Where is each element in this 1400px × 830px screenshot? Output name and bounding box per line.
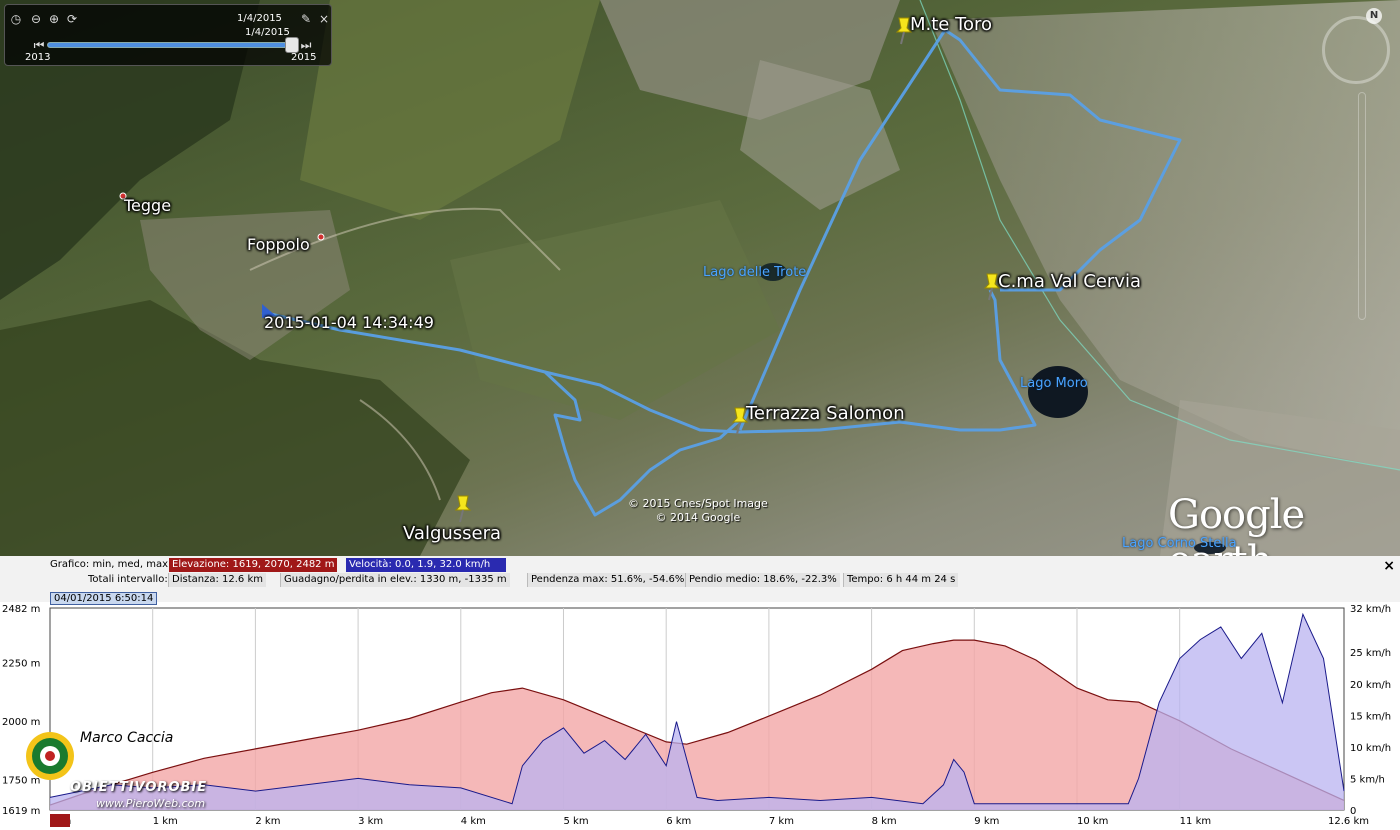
x-tick-label: 9 km <box>974 816 999 827</box>
lake-label-moro: Lago Moro <box>1020 376 1088 391</box>
x-origin-marker <box>50 814 70 827</box>
left-axis-clipped-label: 162 <box>8 796 27 807</box>
track-start-label[interactable]: 2015-01-04 14:34:49 <box>264 313 434 332</box>
right-axis-label: 25 km/h <box>1350 648 1391 659</box>
site-url-watermark: www.PieroWeb.com <box>96 797 206 810</box>
skip-forward-icon[interactable]: ⏭ <box>299 38 313 52</box>
right-axis-label: 0 <box>1350 806 1356 817</box>
time-end-year: 2015 <box>291 52 317 63</box>
terrain-imagery <box>0 0 1400 556</box>
wrench-icon[interactable]: ✎ <box>299 12 313 26</box>
x-tick-label: 1 km <box>153 816 178 827</box>
placemark-mte-toro[interactable]: M.te Toro <box>910 14 992 35</box>
north-compass-icon[interactable]: N <box>1366 8 1382 24</box>
time-slider-thumb[interactable] <box>285 37 299 53</box>
place-label-tegge[interactable]: Tegge <box>124 196 171 215</box>
x-tick-label: 8 km <box>872 816 897 827</box>
x-tick-label: 7 km <box>769 816 794 827</box>
refresh-time-icon[interactable]: ⟳ <box>65 12 79 26</box>
look-joystick[interactable] <box>1322 16 1390 84</box>
pushpin-icon[interactable] <box>452 494 474 524</box>
elevation-profile-panel: Grafico: min, med, max: Elevazione: 1619… <box>0 556 1400 830</box>
obiettivo-orobie-logo <box>26 732 74 780</box>
right-axis-label: 5 km/h <box>1350 774 1385 785</box>
left-axis-label: 1619 m <box>2 806 40 817</box>
right-axis-label: 15 km/h <box>1350 711 1391 722</box>
left-axis-label: 2250 m <box>2 658 40 669</box>
left-axis-label: 2482 m <box>2 604 40 615</box>
zoom-out-time-icon[interactable]: ⊖ <box>29 12 43 26</box>
lake-label-trote: Lago delle Trote <box>703 265 807 280</box>
x-tick-label: 6 km <box>666 816 691 827</box>
time-start-year: 2013 <box>25 52 51 63</box>
time-thumb-date: 1/4/2015 <box>245 27 290 38</box>
imagery-copyright: © 2015 Cnes/Spot Image © 2014 Google <box>628 497 768 524</box>
clock-icon[interactable]: ◷ <box>9 12 23 26</box>
place-label-foppolo[interactable]: Foppolo <box>247 235 310 254</box>
zoom-slider[interactable] <box>1358 92 1366 320</box>
time-current-date: 1/4/2015 <box>237 13 282 24</box>
map-view[interactable]: Tegge Foppolo M.te Toro C.ma Val Cervia … <box>0 0 1400 556</box>
x-tick-label: 3 km <box>358 816 383 827</box>
time-slider-track[interactable] <box>47 42 297 48</box>
x-tick-label: 11 km <box>1180 816 1211 827</box>
right-axis-label: 10 km/h <box>1350 743 1391 754</box>
x-tick-label: 5 km <box>563 816 588 827</box>
right-axis-label: 20 km/h <box>1350 680 1391 691</box>
x-tick-label: 10 km <box>1077 816 1108 827</box>
placemark-terrazza-salomon[interactable]: Terrazza Salomon <box>746 403 905 424</box>
author-credit: Marco Caccia <box>80 730 174 746</box>
x-tick-label: 4 km <box>461 816 486 827</box>
x-tick-label: 2 km <box>255 816 280 827</box>
left-axis-label: 2000 m <box>2 717 40 728</box>
google-earth-logo: Google earth <box>1168 492 1305 556</box>
elevation-speed-chart[interactable]: 0 m1 km2 km3 km4 km5 km6 km7 km8 km9 km1… <box>0 556 1400 830</box>
skip-back-icon[interactable]: ⏮ <box>32 38 46 52</box>
placemark-cma-val-cervia[interactable]: C.ma Val Cervia <box>998 271 1141 292</box>
zoom-in-time-icon[interactable]: ⊕ <box>47 12 61 26</box>
close-time-icon[interactable]: × <box>317 12 331 26</box>
site-brand-watermark: OBIETTIVOROBIE <box>70 780 208 795</box>
placemark-valgussera[interactable]: Valgussera <box>403 523 501 544</box>
x-tick-label: 12.6 km <box>1328 816 1369 827</box>
right-axis-label: 32 km/h <box>1350 604 1391 615</box>
time-slider-panel: ◷ ⊖ ⊕ ⟳ 1/4/2015 ✎ × 1/4/2015 ⏮ ⏭ 2013 2… <box>4 4 332 66</box>
